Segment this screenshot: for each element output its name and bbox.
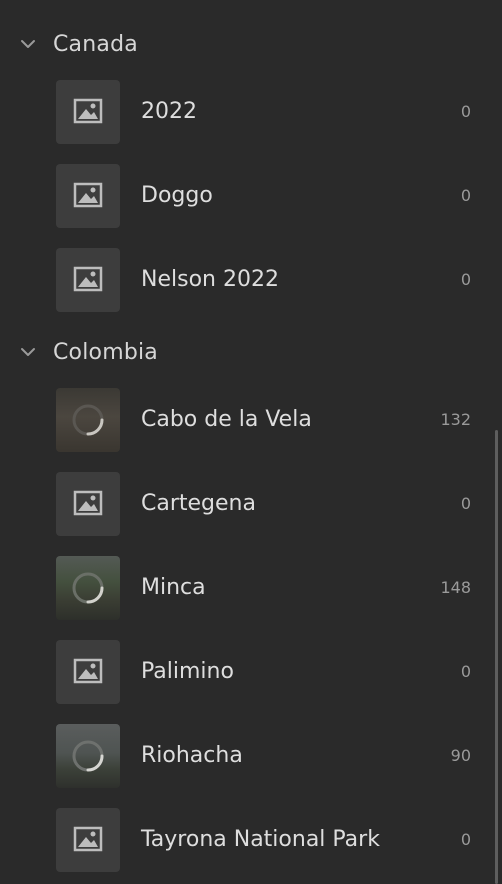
group-header-canada[interactable]: Canada (0, 24, 480, 64)
album-count: 90 (450, 746, 471, 765)
album-thumbnail (56, 388, 120, 452)
album-thumbnail (56, 164, 120, 228)
scrollbar[interactable] (495, 430, 498, 884)
placeholder-image-icon (73, 826, 103, 852)
album-name: Doggo (141, 183, 213, 208)
album-name: Palimino (141, 659, 234, 684)
placeholder-image-icon (73, 182, 103, 208)
chevron-down-icon[interactable] (20, 344, 36, 360)
album-name: 2022 (141, 99, 197, 124)
placeholder-image-icon (73, 98, 103, 124)
album-count: 0 (460, 662, 471, 681)
album-item[interactable]: Tayrona National Park 0 (0, 808, 480, 872)
album-thumbnail (56, 556, 120, 620)
group-header-colombia[interactable]: Colombia (0, 332, 480, 372)
album-name: Tayrona National Park (141, 827, 380, 852)
album-item[interactable]: Doggo 0 (0, 164, 480, 228)
album-count: 0 (460, 830, 471, 849)
loading-spinner-icon (72, 572, 104, 604)
album-thumbnail (56, 80, 120, 144)
album-count: 0 (460, 102, 471, 121)
placeholder-image-icon (73, 490, 103, 516)
album-item[interactable]: Cabo de la Vela 132 (0, 388, 480, 452)
album-panel: Canada 2022 0 Doggo 0 Nelson 2022 0 Colo… (0, 0, 502, 884)
album-name: Minca (141, 575, 206, 600)
album-thumbnail (56, 640, 120, 704)
album-name: Nelson 2022 (141, 267, 279, 292)
album-item[interactable]: Riohacha 90 (0, 724, 480, 788)
album-thumbnail (56, 472, 120, 536)
group-name: Canada (53, 31, 138, 57)
chevron-down-icon[interactable] (20, 36, 36, 52)
loading-spinner-icon (72, 740, 104, 772)
album-count: 0 (460, 494, 471, 513)
album-thumbnail (56, 248, 120, 312)
album-item[interactable]: Cartegena 0 (0, 472, 480, 536)
album-item[interactable]: 2022 0 (0, 80, 480, 144)
group-name: Colombia (53, 339, 158, 365)
album-count: 148 (440, 578, 471, 597)
placeholder-image-icon (73, 266, 103, 292)
album-thumbnail (56, 724, 120, 788)
album-count: 132 (440, 410, 471, 429)
album-name: Cabo de la Vela (141, 407, 312, 432)
album-name: Cartegena (141, 491, 256, 516)
album-count: 0 (460, 270, 471, 289)
loading-spinner-icon (72, 404, 104, 436)
album-item[interactable]: Minca 148 (0, 556, 480, 620)
album-thumbnail (56, 808, 120, 872)
placeholder-image-icon (73, 658, 103, 684)
album-item[interactable]: Nelson 2022 0 (0, 248, 480, 312)
album-name: Riohacha (141, 743, 243, 768)
album-count: 0 (460, 186, 471, 205)
album-item[interactable]: Palimino 0 (0, 640, 480, 704)
